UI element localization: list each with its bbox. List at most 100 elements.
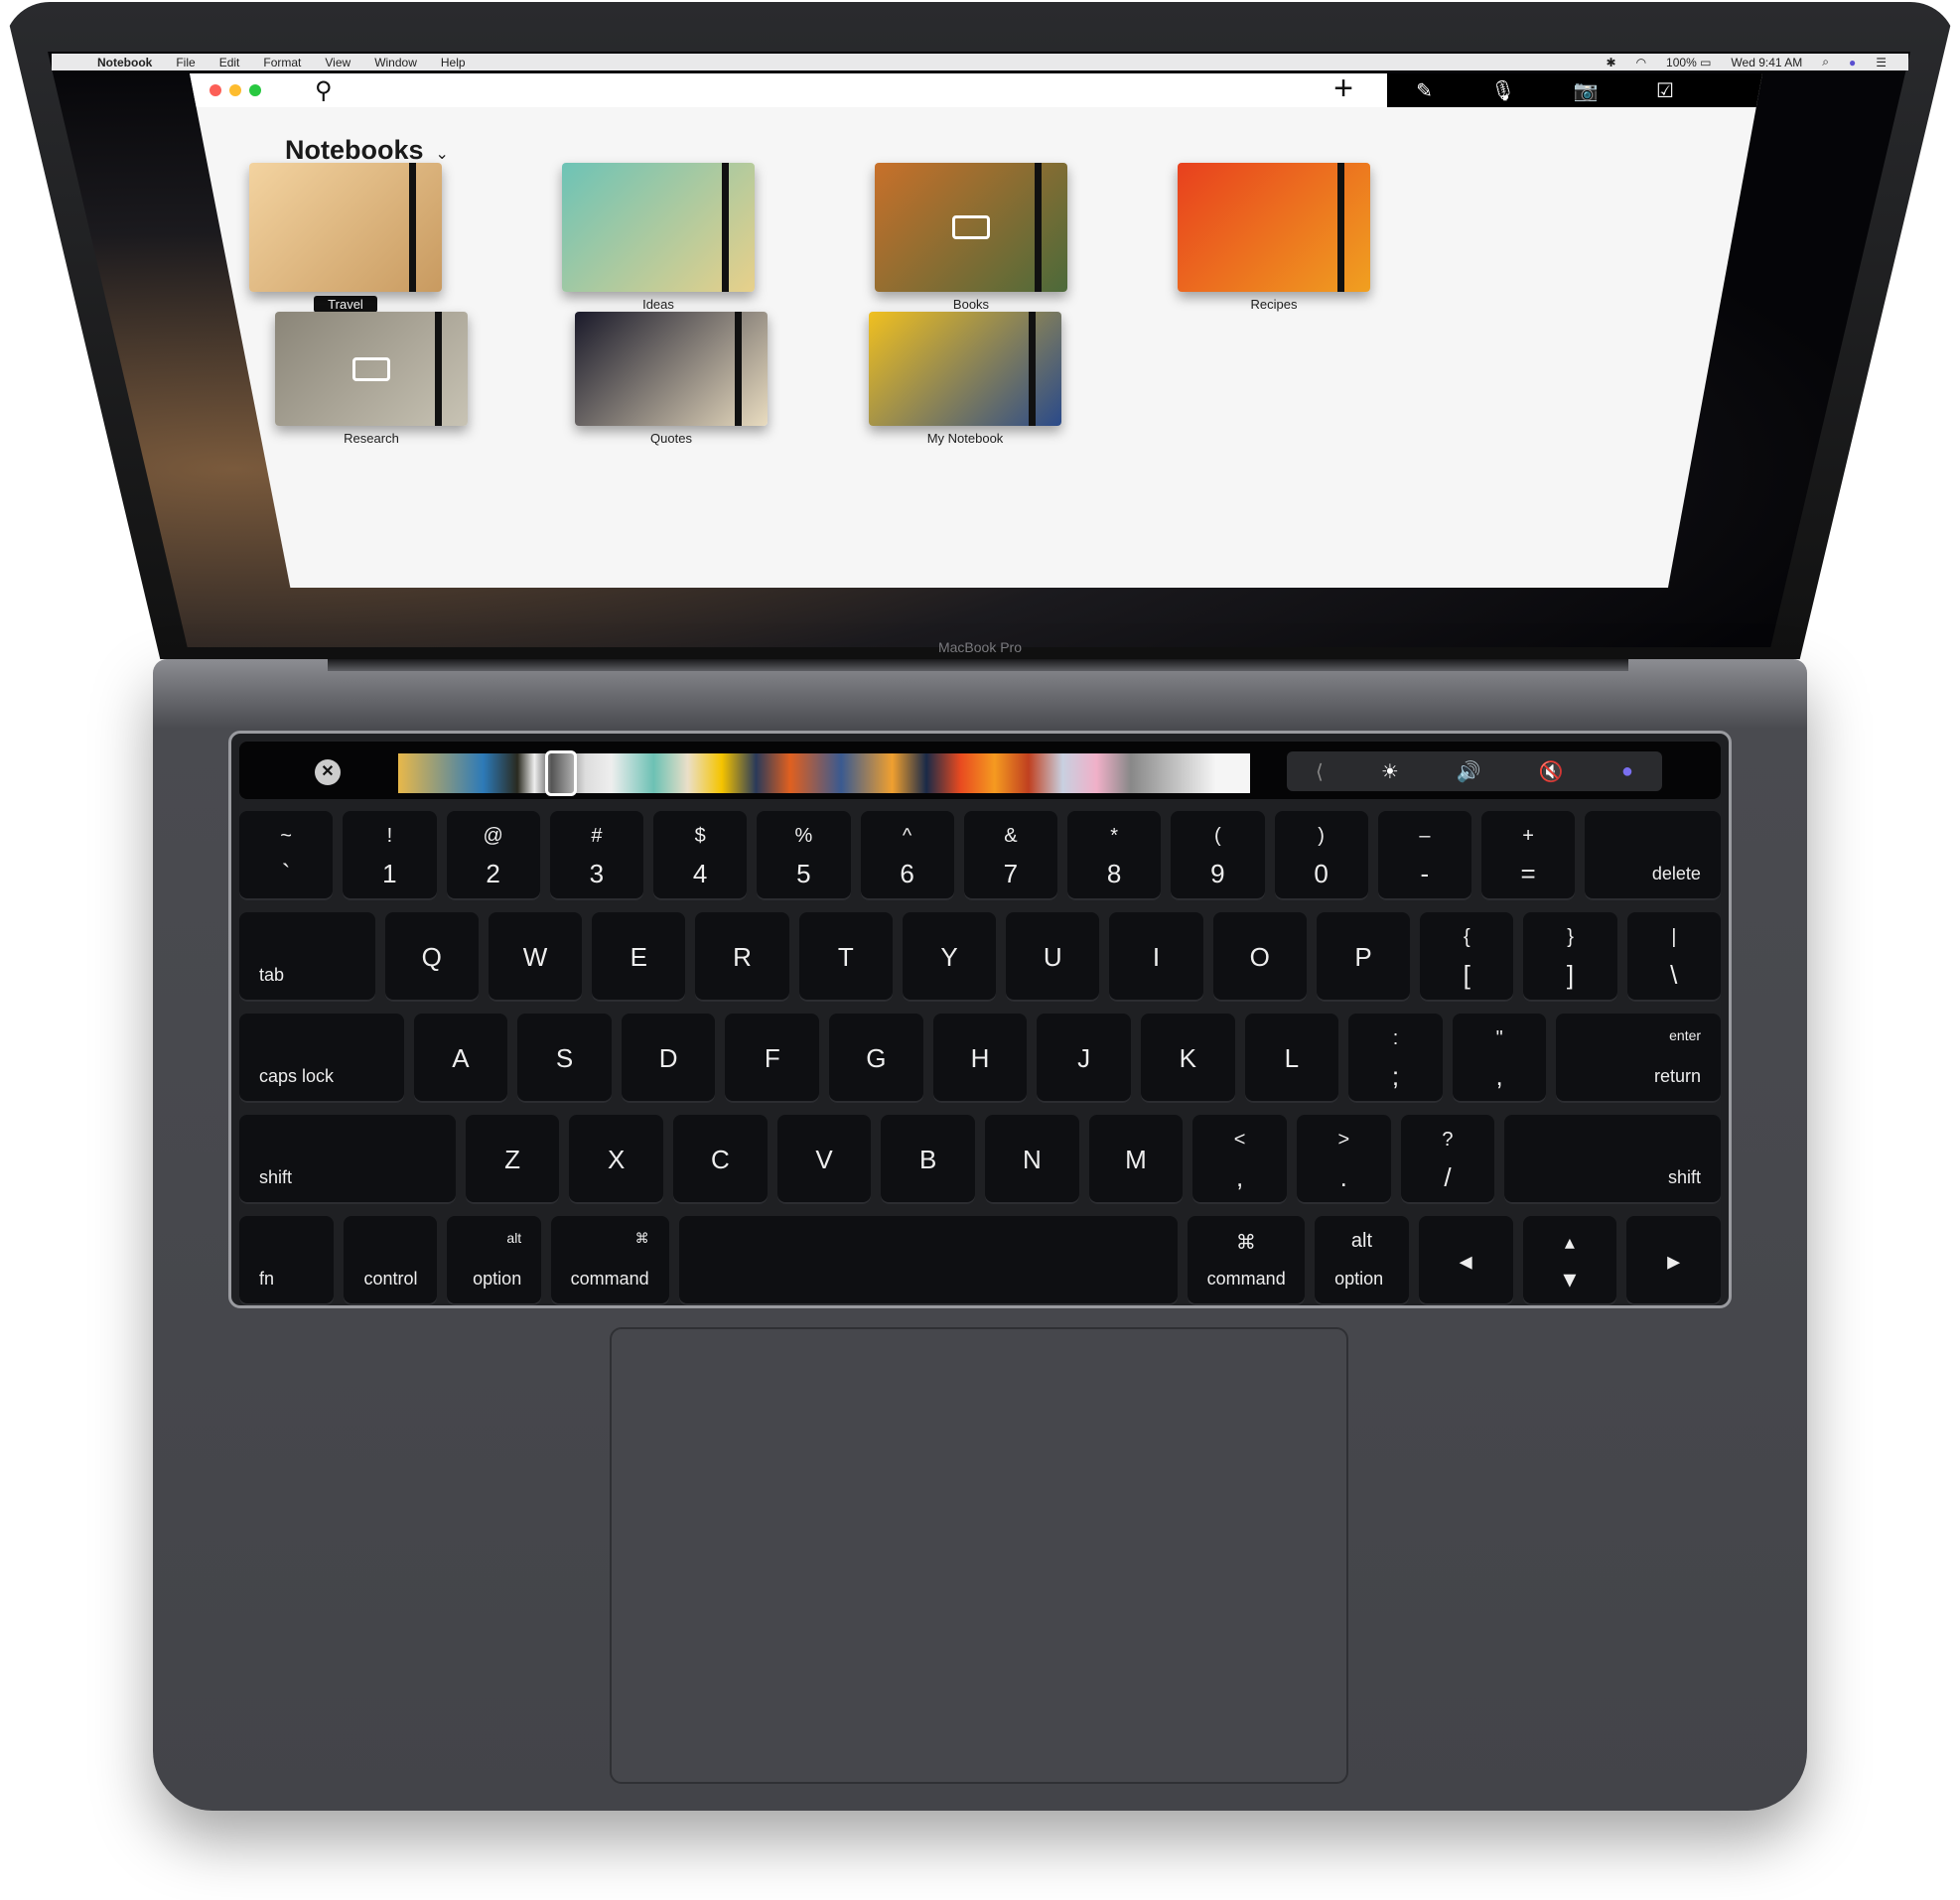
key[interactable]: $4 xyxy=(653,811,748,900)
notebook-card[interactable]: Books xyxy=(875,163,1067,314)
key[interactable]: option alt xyxy=(447,1216,542,1305)
key[interactable]: ▸ xyxy=(1626,1216,1722,1305)
checklist-icon[interactable]: ☑ xyxy=(1656,78,1674,103)
battery-status[interactable]: 100% ▭ xyxy=(1666,56,1711,69)
key[interactable]: shift xyxy=(1504,1115,1721,1204)
notebook-card[interactable]: Travel xyxy=(249,163,442,314)
siri-icon[interactable]: ● xyxy=(1621,760,1633,783)
menu-view[interactable]: View xyxy=(325,56,350,69)
bluetooth-icon[interactable]: ✱ xyxy=(1607,56,1616,69)
key[interactable]: B xyxy=(881,1115,975,1204)
key[interactable]: % 5 xyxy=(757,811,851,900)
notebook-card[interactable]: Ideas xyxy=(562,163,755,314)
key[interactable]: N xyxy=(985,1115,1079,1204)
trackpad[interactable] xyxy=(610,1327,1348,1784)
notebook-card[interactable]: Research xyxy=(275,312,468,448)
notebook-scrubber[interactable] xyxy=(398,753,1250,793)
key[interactable]: shift xyxy=(239,1115,456,1204)
menu-edit[interactable]: Edit xyxy=(219,56,240,69)
zoom-window-button[interactable] xyxy=(249,84,261,96)
key[interactable]: W xyxy=(488,912,583,1002)
key[interactable]: ~ ` xyxy=(239,811,334,900)
key[interactable]: C xyxy=(673,1115,768,1204)
menu-help[interactable]: Help xyxy=(441,56,466,69)
key[interactable]: F xyxy=(725,1014,820,1103)
notification-center-icon[interactable]: ☰ xyxy=(1876,56,1887,69)
key[interactable]: S xyxy=(517,1014,612,1103)
key[interactable]: E xyxy=(592,912,686,1002)
key[interactable]: Y xyxy=(902,912,997,1002)
key[interactable]: X xyxy=(569,1115,664,1204)
key[interactable]: J xyxy=(1037,1014,1131,1103)
key[interactable]: ◂ xyxy=(1418,1216,1513,1305)
key[interactable]: caps lock xyxy=(239,1014,404,1103)
key[interactable]: ▴ ▾ xyxy=(1522,1216,1617,1305)
key[interactable]: delete xyxy=(1585,811,1721,900)
key[interactable]: return enter xyxy=(1556,1014,1722,1103)
key[interactable]: >. xyxy=(1296,1115,1391,1204)
search-icon[interactable]: ⚲ xyxy=(315,76,333,105)
key[interactable]: | \ xyxy=(1626,912,1721,1002)
key[interactable]: {[ xyxy=(1420,912,1514,1002)
notebook-card[interactable]: Quotes xyxy=(575,312,768,448)
wifi-icon[interactable]: ◠ xyxy=(1636,56,1646,69)
key[interactable]: U xyxy=(1006,912,1100,1002)
key[interactable]: ! 1 xyxy=(343,811,437,900)
notebook-card[interactable]: Recipes xyxy=(1178,163,1370,314)
key[interactable]: (9 xyxy=(1171,811,1265,900)
key[interactable]: D xyxy=(621,1014,716,1103)
notebook-card[interactable]: My Notebook xyxy=(869,312,1061,448)
microphone-icon[interactable]: 🎙 xyxy=(1490,78,1515,103)
key[interactable]: #3 xyxy=(549,811,643,900)
key[interactable]: P xyxy=(1316,912,1411,1002)
page-title[interactable]: Notebooks ⌄ xyxy=(285,135,449,166)
clock[interactable]: Wed 9:41 AM xyxy=(1731,56,1802,69)
volume-icon[interactable]: 🔊 xyxy=(1457,759,1481,784)
key[interactable]: – - xyxy=(1377,811,1471,900)
key[interactable]: <, xyxy=(1192,1115,1287,1204)
camera-icon[interactable]: 📷 xyxy=(1574,78,1599,103)
key[interactable]: A xyxy=(413,1014,508,1103)
key[interactable]: ", xyxy=(1452,1014,1547,1103)
close-window-button[interactable] xyxy=(210,84,221,96)
brightness-icon[interactable]: ☀ xyxy=(1381,759,1399,784)
key[interactable]: :; xyxy=(1348,1014,1443,1103)
key[interactable]: Z xyxy=(465,1115,560,1204)
key[interactable]: alt option xyxy=(1315,1216,1409,1305)
key[interactable]: ^ 6 xyxy=(860,811,954,900)
key[interactable]: }] xyxy=(1523,912,1617,1002)
key[interactable]: ? / xyxy=(1400,1115,1495,1204)
key[interactable]: * 8 xyxy=(1067,811,1162,900)
siri-icon[interactable]: ● xyxy=(1849,56,1856,69)
menu-app-name[interactable]: Notebook xyxy=(97,56,152,69)
key[interactable]: tab xyxy=(239,912,375,1002)
key[interactable]: R xyxy=(695,912,789,1002)
menu-format[interactable]: Format xyxy=(263,56,301,69)
key[interactable] xyxy=(678,1216,1178,1305)
key[interactable]: M xyxy=(1088,1115,1184,1204)
chevron-down-icon[interactable]: ⌄ xyxy=(436,146,449,163)
key[interactable]: + = xyxy=(1481,811,1576,900)
add-notebook-button[interactable]: + xyxy=(1333,73,1353,108)
close-icon[interactable]: ✕ xyxy=(315,759,341,785)
key[interactable]: ⌘ command xyxy=(1187,1216,1306,1305)
mute-icon[interactable]: 🔇 xyxy=(1539,759,1564,784)
key[interactable]: G xyxy=(829,1014,923,1103)
key[interactable]: command ⌘ xyxy=(551,1216,669,1305)
key[interactable]: @2 xyxy=(446,811,540,900)
menu-file[interactable]: File xyxy=(176,56,195,69)
key[interactable]: H xyxy=(932,1014,1028,1103)
key[interactable]: I xyxy=(1109,912,1203,1002)
menu-window[interactable]: Window xyxy=(374,56,417,69)
key[interactable]: fn xyxy=(239,1216,334,1305)
spotlight-icon[interactable]: ⌕ xyxy=(1822,55,1829,69)
minimize-window-button[interactable] xyxy=(229,84,241,96)
key[interactable]: K xyxy=(1140,1014,1235,1103)
compose-icon[interactable]: ✎ xyxy=(1416,78,1433,103)
key[interactable]: Q xyxy=(384,912,479,1002)
key[interactable]: T xyxy=(798,912,893,1002)
key[interactable]: O xyxy=(1212,912,1307,1002)
key[interactable]: ) 0 xyxy=(1274,811,1368,900)
key[interactable]: V xyxy=(776,1115,872,1204)
expand-icon[interactable]: ⟨ xyxy=(1316,759,1324,784)
